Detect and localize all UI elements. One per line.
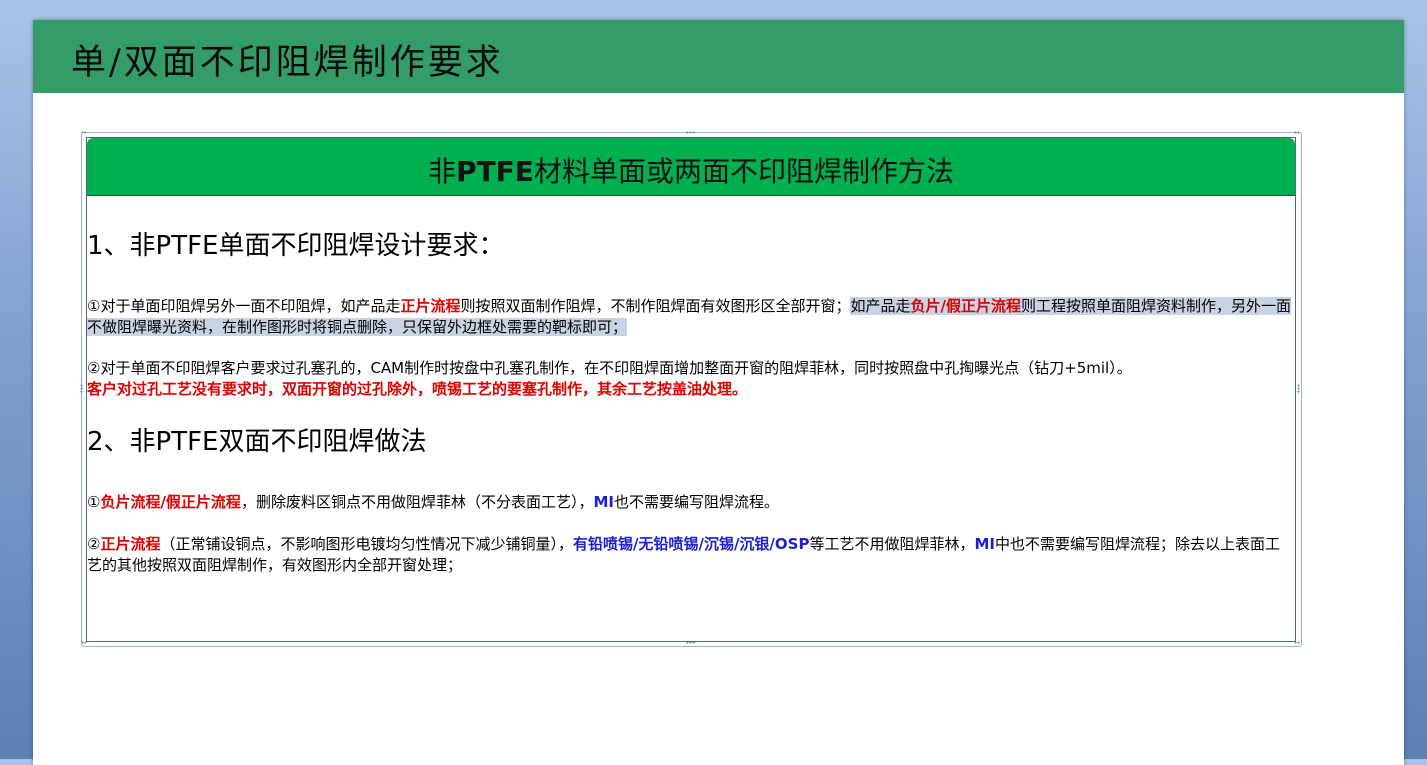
- s2p2-mid2: 等工艺不用做阻焊菲林，: [809, 535, 975, 553]
- box-title[interactable]: 非PTFE材料单面或两面不印阻焊制作方法: [428, 150, 954, 190]
- s2p2-blue-finishes: 有铅喷锡/无铅喷锡/沉锡/沉银/OSP: [572, 535, 810, 553]
- s2p1-blue-mi: MI: [593, 493, 614, 511]
- section1-paragraph2[interactable]: ②对于单面不印阻焊客户要求过孔塞孔的，CAM制作时按盘中孔塞孔制作，在不印阻焊面…: [87, 358, 1291, 400]
- box-title-suffix: 材料单面或两面不印阻焊制作方法: [533, 155, 954, 188]
- slide-canvas: 单/双面不印阻焊制作要求 非PTFE材料单面或两面不印阻焊制作方法 1、非PTF…: [33, 20, 1404, 765]
- content-textbox[interactable]: 非PTFE材料单面或两面不印阻焊制作方法 1、非PTFE单面不印阻焊设计要求： …: [86, 137, 1296, 642]
- resize-handle-top[interactable]: [686, 131, 696, 134]
- s2p1-red-flow: 负片流程/假正片流程: [100, 493, 241, 511]
- s2p1-number: ①: [87, 493, 101, 511]
- s1p1-prefix: ①对于单面印阻焊另外一面不印阻焊，如产品走: [87, 297, 401, 315]
- slide-header-bar: 单/双面不印阻焊制作要求: [33, 20, 1404, 93]
- section1-paragraph1[interactable]: ①对于单面印阻焊另外一面不印阻焊，如产品走正片流程则按照双面制作阻焊，不制作阻焊…: [87, 296, 1291, 338]
- resize-handle-left[interactable]: [80, 384, 83, 394]
- s2p2-number: ②: [87, 535, 101, 553]
- box-title-prefix: 非: [428, 155, 457, 188]
- s1p1-mid: 则按照双面制作阻焊，不制作阻焊面有效图形区全部开窗；: [460, 297, 851, 315]
- s1p2-red-note: 客户对过孔工艺没有要求时，双面开窗的过孔除外，喷锡工艺的要塞孔制作，其余工艺按盖…: [87, 380, 748, 398]
- s1p2-text: ②对于单面不印阻焊客户要求过孔塞孔的，CAM制作时按盘中孔塞孔制作，在不印阻焊面…: [87, 359, 1132, 377]
- s2p1-mid: ，删除废料区铜点不用做阻焊菲林（不分表面工艺），: [240, 493, 594, 511]
- slide-title[interactable]: 单/双面不印阻焊制作要求: [71, 34, 504, 85]
- box-title-ptfe: PTFE: [456, 155, 534, 188]
- section2-paragraph2[interactable]: ②正片流程（正常铺设铜点，不影响图形电镀均匀性情况下减少铺铜量），有铅喷锡/无铅…: [87, 534, 1291, 576]
- section1-heading[interactable]: 1、非PTFE单面不印阻焊设计要求：: [87, 225, 505, 262]
- s2p2-mid: （正常铺设铜点，不影响图形电镀均匀性情况下减少铺铜量），: [160, 535, 573, 553]
- s2p1-tail: 也不需要编写阻焊流程。: [613, 493, 779, 511]
- section2-paragraph1[interactable]: ①负片流程/假正片流程，删除废料区铜点不用做阻焊菲林（不分表面工艺），MI也不需…: [87, 492, 1291, 513]
- box-header-bar: 非PTFE材料单面或两面不印阻焊制作方法: [87, 138, 1295, 196]
- resize-handle-top-right[interactable]: [1294, 131, 1300, 134]
- s2p2-red-flow: 正片流程: [100, 535, 161, 553]
- s1p1-hl-prefix: 如产品走: [850, 297, 911, 315]
- resize-handle-top-left[interactable]: [81, 131, 87, 134]
- section2-heading[interactable]: 2、非PTFE双面不印阻焊做法: [87, 421, 427, 458]
- s2p2-blue-mi: MI: [974, 535, 995, 553]
- resize-handle-right[interactable]: [1297, 384, 1300, 394]
- s1p1-red-negative-flow: 负片/假正片流程: [910, 297, 1021, 315]
- s1p1-red-positive-flow: 正片流程: [400, 297, 461, 315]
